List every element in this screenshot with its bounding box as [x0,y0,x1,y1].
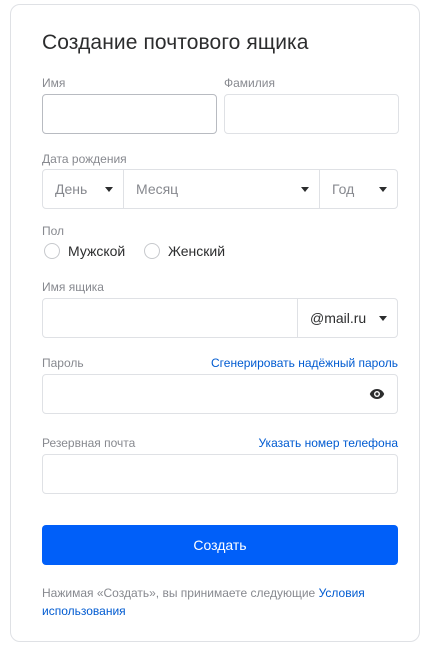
backup-email-input[interactable] [42,454,398,494]
eye-icon[interactable] [369,387,385,401]
last-name-input[interactable] [224,94,399,134]
mailbox-label: Имя ящика [42,280,104,294]
page-title: Создание почтового ящика [42,31,309,54]
gender-female-label: Женский [168,243,226,259]
password-input[interactable] [42,374,398,414]
month-select-value: Месяц [136,181,179,197]
domain-select[interactable]: @mail.ru [297,299,397,337]
first-name-label: Имя [42,76,66,90]
caret-down-icon [301,187,309,192]
caret-down-icon [379,187,387,192]
domain-select-value: @mail.ru [310,310,367,326]
gender-label: Пол [42,224,65,238]
terms-prefix: Нажимая «Создать», вы принимаете следующ… [42,586,319,600]
create-button[interactable]: Создать [42,525,398,565]
gender-male-radio[interactable]: Мужской [44,243,125,259]
generate-password-link[interactable]: Сгенерировать надёжный пароль [211,356,398,370]
gender-male-label: Мужской [68,243,126,259]
terms-text: Нажимая «Создать», вы принимаете следующ… [42,584,402,620]
signup-card: Создание почтового ящика Имя Фамилия Дат… [10,4,420,642]
caret-down-icon [105,187,113,192]
month-select[interactable]: Месяц [123,170,319,208]
radio-circle-icon [44,243,60,259]
day-select-value: День [55,181,88,197]
birth-date-label: Дата рождения [42,152,127,166]
radio-circle-icon [144,243,160,259]
day-select[interactable]: День [43,170,123,208]
password-label: Пароль [42,356,84,370]
birth-date-group: День Месяц Год [42,169,398,209]
phone-number-link[interactable]: Указать номер телефона [258,436,398,450]
backup-email-label: Резервная почта [42,436,136,450]
gender-female-radio[interactable]: Женский [144,243,225,259]
caret-down-icon [379,316,387,321]
first-name-input[interactable] [42,94,217,134]
year-select-value: Год [332,181,355,197]
last-name-label: Фамилия [224,76,275,90]
year-select[interactable]: Год [319,170,397,208]
mailbox-input[interactable]: @mail.ru [42,298,398,338]
